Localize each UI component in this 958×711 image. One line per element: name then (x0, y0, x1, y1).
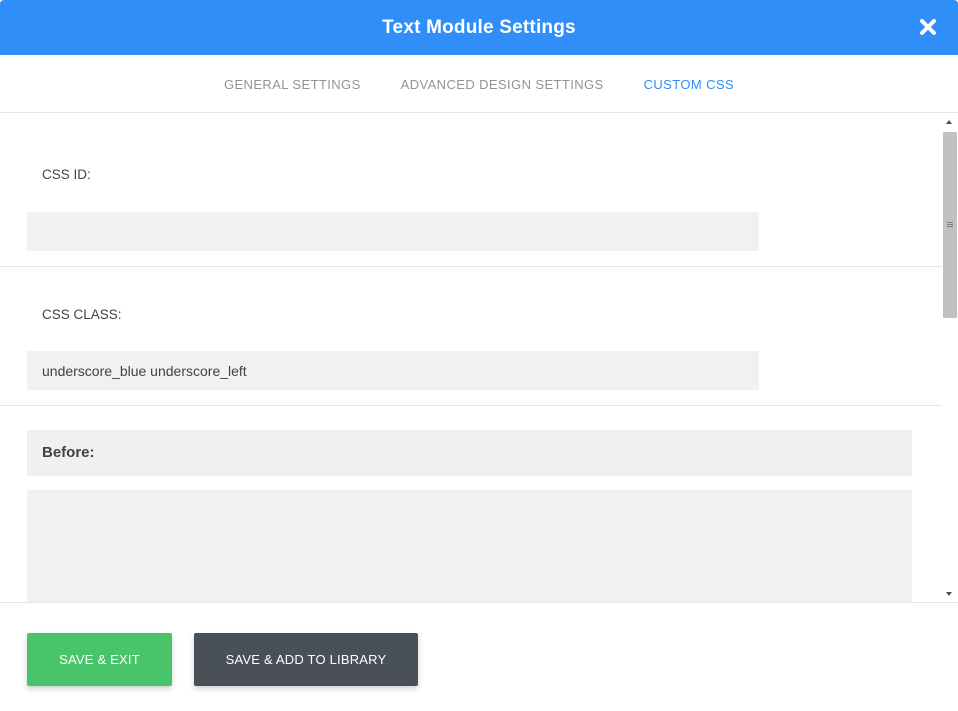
close-icon[interactable] (918, 17, 938, 37)
css-id-input[interactable] (27, 212, 759, 251)
css-class-input[interactable] (27, 351, 759, 390)
tab-custom-css[interactable]: CUSTOM CSS (644, 76, 734, 92)
tab-advanced-design-settings[interactable]: ADVANCED DESIGN SETTINGS (401, 76, 604, 92)
css-id-label: CSS ID: (42, 167, 91, 182)
save-add-library-button[interactable]: SAVE & ADD TO LIBRARY (194, 633, 418, 686)
settings-content: CSS ID: CSS CLASS: Before: (0, 114, 942, 602)
tab-general-settings[interactable]: GENERAL SETTINGS (224, 76, 361, 92)
scroll-up-arrow-icon[interactable] (946, 120, 952, 124)
modal-title: Text Module Settings (382, 16, 576, 38)
css-class-label: CSS CLASS: (42, 307, 122, 322)
modal-header: Text Module Settings (0, 0, 958, 55)
save-exit-button[interactable]: SAVE & EXIT (27, 633, 172, 686)
grip-icon (947, 222, 953, 228)
modal-footer: SAVE & EXIT SAVE & ADD TO LIBRARY (0, 602, 958, 711)
scroll-thumb[interactable] (943, 132, 957, 318)
before-css-label: Before: (27, 430, 912, 476)
scroll-down-arrow-icon[interactable] (946, 592, 952, 596)
css-id-section: CSS ID: (0, 114, 942, 267)
before-css-textarea[interactable] (27, 490, 912, 602)
module-settings-modal: Text Module Settings GENERAL SETTINGS AD… (0, 0, 958, 711)
content-scrollbar[interactable] (942, 114, 958, 602)
css-class-section: CSS CLASS: (0, 267, 942, 406)
settings-tabs: GENERAL SETTINGS ADVANCED DESIGN SETTING… (0, 55, 958, 113)
